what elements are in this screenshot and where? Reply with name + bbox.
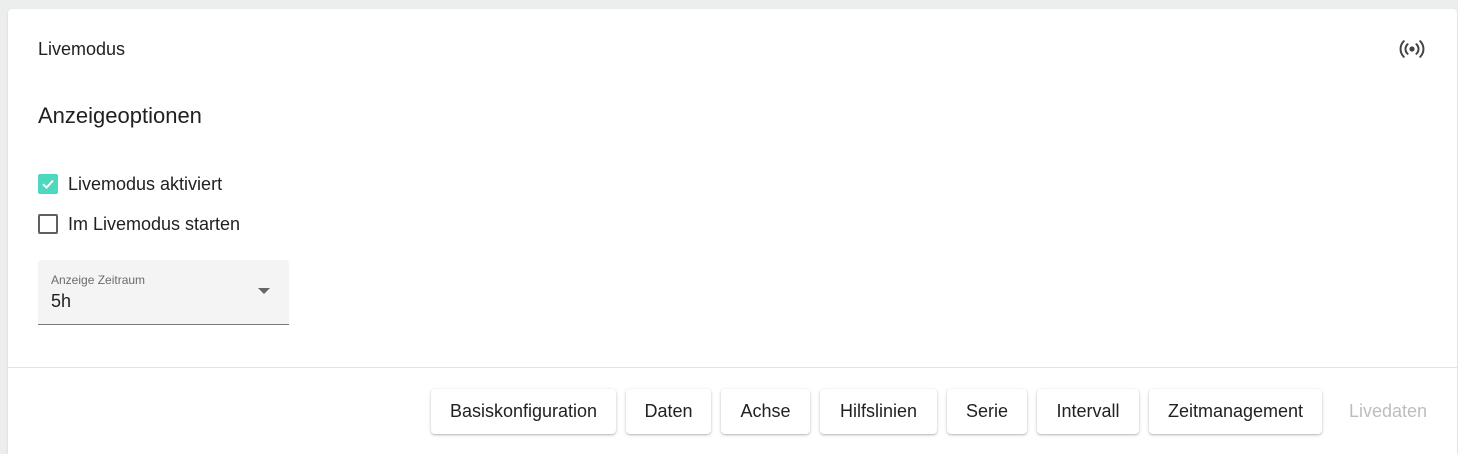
- dropdown-arrow-icon[interactable]: [258, 288, 270, 294]
- checkbox-label: Im Livemodus starten: [68, 213, 241, 234]
- broadcast-icon: [1399, 40, 1425, 58]
- tab-intervall[interactable]: Intervall: [1037, 389, 1139, 434]
- checkmark-icon: [42, 179, 54, 190]
- tab-livedaten: Livedaten: [1348, 401, 1428, 421]
- select-value: 5h: [51, 291, 72, 311]
- tab-achse[interactable]: Achse: [721, 389, 810, 434]
- card-title: Livemodus: [38, 39, 126, 59]
- checkbox-checked[interactable]: [38, 174, 58, 194]
- section-title: Anzeigeoptionen: [38, 103, 202, 128]
- tab-daten[interactable]: Daten: [626, 389, 711, 434]
- tab-zeitmanagement[interactable]: Zeitmanagement: [1149, 389, 1322, 434]
- live-mode-card: Livemodus Anzeigeoptionen Livemodus akti…: [8, 9, 1457, 454]
- start-in-live-mode-checkbox[interactable]: Im Livemodus starten: [38, 212, 240, 236]
- select-label: Anzeige Zeitraum: [51, 273, 146, 287]
- checkbox-label: Livemodus aktiviert: [68, 173, 223, 194]
- display-timerange-select[interactable]: Anzeige Zeitraum 5h: [38, 260, 289, 325]
- checkbox-unchecked[interactable]: [38, 214, 58, 234]
- tab-basiskonfiguration[interactable]: Basiskonfiguration: [431, 389, 616, 434]
- divider: [8, 367, 1457, 368]
- live-mode-enabled-checkbox[interactable]: Livemodus aktiviert: [38, 172, 222, 196]
- tab-serie[interactable]: Serie: [947, 389, 1027, 434]
- tab-hilfslinien[interactable]: Hilfslinien: [820, 389, 937, 434]
